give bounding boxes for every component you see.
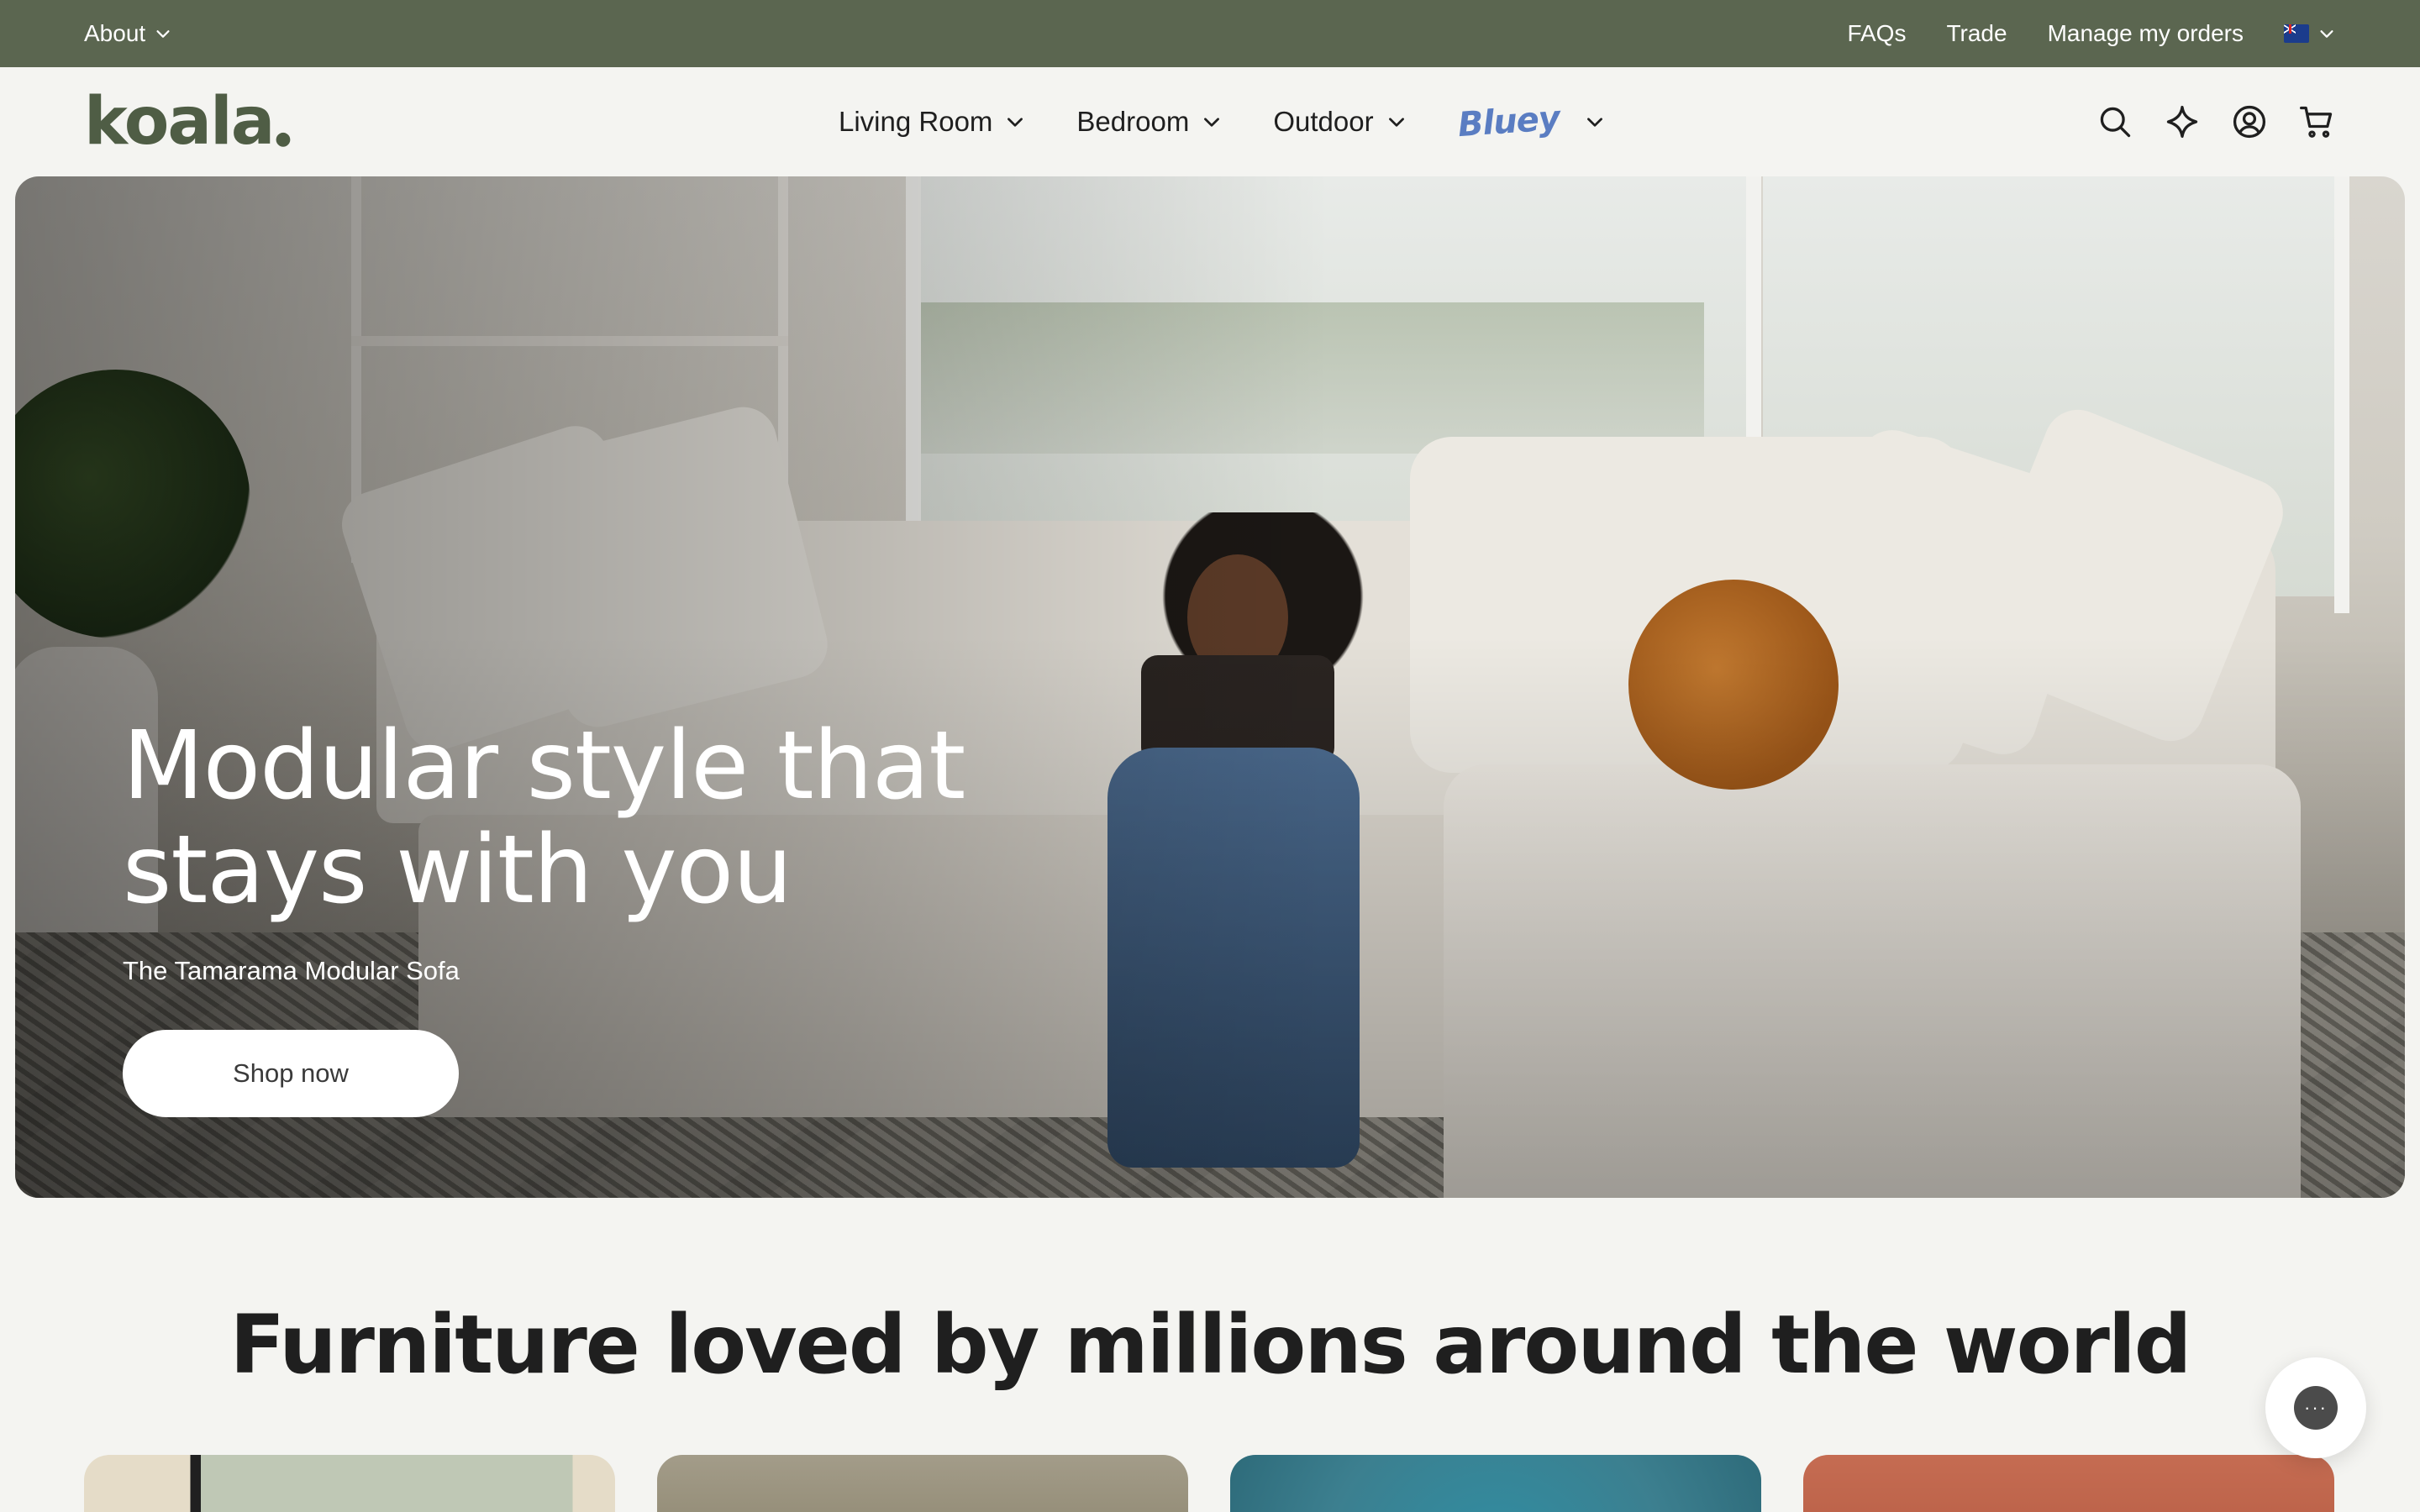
cart-icon bbox=[2300, 106, 2333, 138]
search-button[interactable] bbox=[2096, 102, 2134, 141]
australia-flag-icon bbox=[2284, 24, 2309, 43]
region-selector[interactable] bbox=[2284, 24, 2336, 43]
cart-button[interactable] bbox=[2297, 102, 2336, 141]
hero-subtitle: The Tamarama Modular Sofa bbox=[123, 956, 460, 985]
product-card[interactable] bbox=[1230, 1455, 1761, 1512]
chevron-down-icon bbox=[1388, 118, 1404, 127]
search-icon bbox=[2100, 107, 2131, 138]
product-card[interactable] bbox=[84, 1455, 615, 1512]
nav-living-room[interactable]: Living Room bbox=[839, 106, 1026, 138]
chevron-down-icon bbox=[1204, 118, 1220, 127]
section-title: Furniture loved by millions around the w… bbox=[229, 1298, 2191, 1392]
chevron-down-icon bbox=[1587, 118, 1603, 127]
chevron-down-icon bbox=[1007, 118, 1023, 127]
account-icon bbox=[2233, 105, 2266, 139]
nav-bedroom[interactable]: Bedroom bbox=[1076, 106, 1223, 138]
nav-label: Bedroom bbox=[1076, 106, 1190, 137]
nav-bluey[interactable]: Bluey bbox=[1456, 98, 1607, 145]
about-menu[interactable]: About bbox=[84, 20, 172, 47]
nav-outdoor[interactable]: Outdoor bbox=[1273, 106, 1407, 138]
hero-banner: Modular style that stays with you The Ta… bbox=[15, 176, 2405, 1198]
product-card[interactable] bbox=[1803, 1455, 2334, 1512]
utility-bar: About FAQs Trade Manage my orders bbox=[0, 0, 2420, 67]
product-card[interactable] bbox=[657, 1455, 1188, 1512]
trade-link[interactable]: Trade bbox=[1946, 20, 2007, 47]
hero-title: Modular style that stays with you bbox=[123, 711, 965, 925]
product-cards bbox=[84, 1455, 2336, 1512]
bluey-logo: Bluey bbox=[1456, 98, 1560, 145]
sparkle-icon bbox=[2166, 105, 2198, 139]
manage-orders-link[interactable]: Manage my orders bbox=[2048, 20, 2244, 47]
faqs-link[interactable]: FAQs bbox=[1847, 20, 1906, 47]
account-button[interactable] bbox=[2230, 102, 2269, 141]
koala-logo[interactable]: koala ● bbox=[84, 84, 292, 160]
logo-text: koala bbox=[84, 84, 275, 160]
main-nav: Living Room Bedroom Outdoor Bluey bbox=[839, 67, 1656, 176]
chat-button[interactable]: ··· bbox=[2265, 1357, 2366, 1458]
chevron-down-icon bbox=[2320, 30, 2333, 38]
nav-label: Outdoor bbox=[1273, 106, 1374, 137]
chevron-down-icon bbox=[156, 30, 170, 38]
chat-icon: ··· bbox=[2294, 1386, 2338, 1430]
shop-now-button[interactable]: Shop now bbox=[123, 1030, 459, 1117]
header-icons bbox=[2067, 67, 2336, 176]
logo-dot: ● bbox=[275, 129, 291, 150]
main-header: koala ● Living Room Bedroom Outdoor Bluey bbox=[0, 67, 2420, 176]
nav-label: Living Room bbox=[839, 106, 993, 137]
about-label: About bbox=[84, 20, 146, 46]
inspiration-button[interactable] bbox=[2163, 102, 2202, 141]
